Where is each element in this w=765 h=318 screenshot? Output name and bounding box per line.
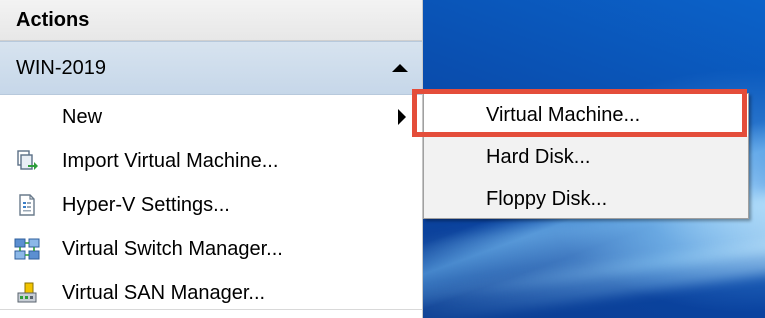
- settings-document-icon: [14, 192, 40, 218]
- group-header-win-2019[interactable]: WIN-2019: [0, 41, 422, 95]
- san-manager-icon: [14, 280, 40, 306]
- action-virtual-switch-manager[interactable]: Virtual Switch Manager...: [0, 227, 422, 271]
- actions-pane: Actions WIN-2019 New Import Virtual Mach…: [0, 0, 423, 318]
- action-label: Hyper-V Settings...: [62, 193, 230, 216]
- network-switch-icon: [14, 236, 40, 262]
- submenu-item-floppy-disk[interactable]: Floppy Disk...: [424, 178, 748, 220]
- pane-divider: [0, 309, 422, 310]
- action-label: Import Virtual Machine...: [62, 149, 279, 172]
- triangle-up-icon[interactable]: [392, 64, 408, 72]
- actions-pane-title: Actions: [0, 0, 422, 41]
- action-label: Virtual Switch Manager...: [62, 237, 283, 260]
- new-submenu: Virtual Machine... Hard Disk... Floppy D…: [423, 93, 749, 219]
- action-new[interactable]: New: [0, 95, 422, 139]
- blank-icon: [14, 104, 40, 130]
- import-vm-icon: [14, 148, 40, 174]
- submenu-item-hard-disk[interactable]: Hard Disk...: [424, 136, 748, 178]
- submenu-item-virtual-machine[interactable]: Virtual Machine...: [424, 94, 748, 136]
- action-import-virtual-machine[interactable]: Import Virtual Machine...: [0, 139, 422, 183]
- action-hyper-v-settings[interactable]: Hyper-V Settings...: [0, 183, 422, 227]
- chevron-right-icon: [398, 109, 406, 125]
- group-title: WIN-2019: [16, 57, 107, 79]
- action-label: New: [62, 105, 103, 128]
- action-label: Virtual SAN Manager...: [62, 281, 266, 304]
